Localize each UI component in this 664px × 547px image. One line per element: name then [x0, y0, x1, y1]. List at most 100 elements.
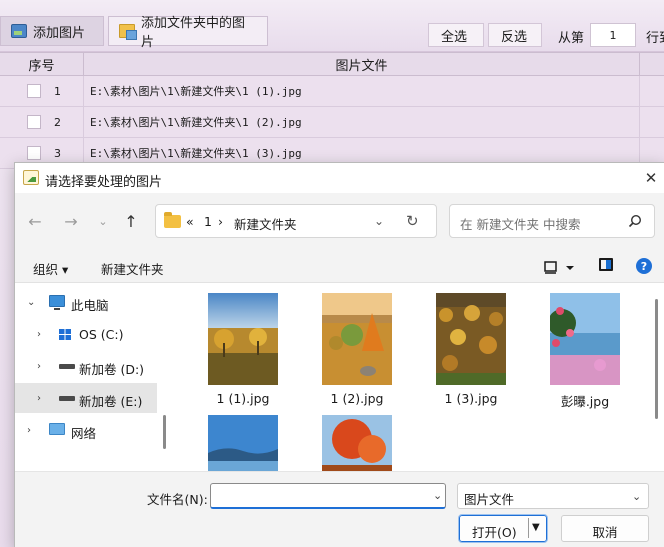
select-all-button[interactable]: 全选	[428, 23, 484, 47]
drive-icon	[59, 364, 75, 369]
collapsed-chevron-icon[interactable]: ›	[27, 425, 31, 436]
row-number-cell: 1	[0, 76, 84, 106]
collapsed-chevron-icon[interactable]: ›	[37, 329, 41, 340]
invert-selection-button[interactable]: 反选	[488, 23, 542, 47]
collapsed-chevron-icon[interactable]: ›	[37, 393, 41, 404]
search-icon	[628, 214, 642, 228]
thumbnail-autumn-forest	[436, 293, 506, 385]
network-icon	[49, 423, 65, 435]
column-header-file[interactable]: 图片文件	[84, 53, 640, 75]
address-prefix[interactable]: «	[186, 214, 194, 229]
filename-input[interactable]	[210, 483, 446, 509]
file-item[interactable]: 彭曝.jpg	[515, 293, 635, 411]
image-file-grid: 序号 图片文件 1 E:\素材\图片\1\新建文件夹\1 (1).jpg 2 E…	[0, 52, 664, 169]
row-file-path: E:\素材\图片\1\新建文件夹\1 (1).jpg	[84, 76, 640, 106]
row-number-cell: 2	[0, 107, 84, 137]
search-input[interactable]: 在 新建文件夹 中搜索	[449, 204, 655, 238]
back-arrow-icon[interactable]: ←	[23, 209, 47, 233]
dialog-footer: 文件名(N): ⌄ 图片文件 ⌄ 打开(O) ▼ 取消	[15, 471, 664, 547]
row-number: 3	[54, 146, 61, 160]
file-item[interactable]: 1 (1).jpg	[173, 293, 293, 411]
tree-item-drive-d[interactable]: › 新加卷 (D:)	[15, 351, 157, 381]
to-row-label: 行到	[646, 31, 664, 46]
tree-item-drive-c[interactable]: › OS (C:)	[15, 319, 157, 349]
drive-icon	[59, 396, 75, 401]
row-number: 2	[54, 115, 61, 129]
thumbnail-flowers-lake	[550, 293, 620, 385]
file-item[interactable]: 1 (3).jpg	[401, 293, 521, 411]
file-list-pane: 1 (1).jpg 1 (2).jpg 1 (3).jpg 彭曝.jpg	[173, 283, 664, 471]
dialog-title: 请选择要处理的图片	[45, 175, 163, 190]
filetype-value: 图片文件	[464, 492, 515, 507]
thumbnail-autumn-field	[208, 293, 278, 385]
open-button[interactable]: 打开(O) ▼	[458, 514, 548, 543]
forward-arrow-icon[interactable]: →	[59, 209, 83, 233]
add-image-button[interactable]: 添加图片	[0, 16, 104, 46]
svg-text:?: ?	[641, 260, 647, 273]
file-name: 彭曝.jpg	[560, 394, 610, 409]
filetype-chevron-icon: ⌄	[632, 490, 642, 503]
open-button-divider	[528, 518, 529, 538]
navigation-bar: ← → ⌄ ↑ « 1 › 新建文件夹 ⌄ ↻ 在 新建文件夹 中搜索	[15, 193, 664, 249]
tree-item-this-pc[interactable]: ⌄ 此电脑	[15, 287, 157, 317]
tree-label: 网络	[71, 426, 97, 441]
computer-icon	[49, 295, 65, 310]
address-segment-new-folder[interactable]: 新建文件夹	[234, 214, 297, 233]
help-icon[interactable]: ?	[635, 257, 653, 275]
folder-images-icon	[119, 24, 137, 40]
row-checkbox[interactable]	[27, 84, 41, 98]
address-segment-1[interactable]: 1	[204, 214, 212, 229]
filename-dropdown-chevron-icon[interactable]: ⌄	[433, 489, 442, 502]
file-name: 1 (2).jpg	[330, 391, 384, 406]
thumbnail-autumn-trees-sheep	[322, 293, 392, 385]
new-folder-button[interactable]: 新建文件夹	[101, 259, 164, 278]
address-separator: ›	[218, 214, 223, 229]
picture-icon	[23, 170, 39, 185]
cancel-button[interactable]: 取消	[561, 515, 649, 542]
organize-menu[interactable]: 组织 ▾	[33, 259, 68, 278]
open-file-dialog: 请选择要处理的图片 ✕ ← → ⌄ ↑ « 1 › 新建文件夹 ⌄ ↻ 在 新建…	[14, 162, 664, 547]
command-bar: 组织 ▾ 新建文件夹	[15, 249, 664, 283]
table-row[interactable]: 2 E:\素材\图片\1\新建文件夹\1 (2).jpg	[0, 107, 664, 138]
tree-item-network[interactable]: › 网络	[15, 415, 157, 445]
row-file-path: E:\素材\图片\1\新建文件夹\1 (2).jpg	[84, 107, 640, 137]
navigation-pane: ⌄ 此电脑 › OS (C:) › 新加卷 (D:) › 新加卷 (E:) › …	[15, 283, 173, 471]
close-icon[interactable]: ✕	[639, 167, 663, 189]
file-item[interactable]: 1 (2).jpg	[287, 293, 407, 411]
file-item[interactable]	[173, 415, 293, 471]
file-pane-scrollbar[interactable]	[655, 299, 658, 419]
nav-pane-scrollbar[interactable]	[163, 415, 166, 449]
recent-locations-chevron-icon[interactable]: ⌄	[91, 209, 115, 233]
preview-pane-icon[interactable]	[599, 258, 613, 271]
search-placeholder: 在 新建文件夹 中搜索	[460, 217, 581, 232]
tree-item-drive-e[interactable]: › 新加卷 (E:)	[15, 383, 157, 413]
from-row-label: 从第	[558, 31, 585, 46]
file-name: 1 (1).jpg	[216, 391, 270, 406]
thumbnail-mountain-lake	[208, 415, 278, 471]
tree-label: 新加卷 (E:)	[79, 394, 143, 409]
filename-label: 文件名(N):	[147, 492, 208, 507]
expanded-chevron-icon[interactable]: ⌄	[27, 297, 35, 308]
from-row-input[interactable]: 1	[590, 23, 636, 47]
view-options-icon[interactable]	[541, 257, 581, 277]
file-item[interactable]	[287, 415, 407, 471]
image-icon	[11, 24, 27, 38]
collapsed-chevron-icon[interactable]: ›	[37, 361, 41, 372]
dialog-titlebar: 请选择要处理的图片 ✕	[15, 163, 664, 193]
folder-icon	[164, 212, 181, 228]
row-checkbox[interactable]	[27, 115, 41, 129]
add-folder-images-button[interactable]: 添加文件夹中的图片	[108, 16, 268, 50]
column-header-no[interactable]: 序号	[0, 53, 84, 75]
thumbnail-red-maple	[322, 415, 392, 471]
row-checkbox[interactable]	[27, 146, 41, 160]
add-image-label: 添加图片	[33, 25, 86, 41]
cancel-button-label: 取消	[592, 525, 618, 540]
open-dropdown-arrow-icon[interactable]: ▼	[532, 522, 540, 533]
up-arrow-icon[interactable]: ↑	[119, 209, 143, 233]
tree-label: OS (C:)	[79, 327, 124, 342]
refresh-icon[interactable]: ↻	[406, 212, 419, 230]
filetype-select[interactable]: 图片文件 ⌄	[457, 483, 649, 509]
table-row[interactable]: 1 E:\素材\图片\1\新建文件夹\1 (1).jpg	[0, 76, 664, 107]
address-dropdown-chevron-icon[interactable]: ⌄	[374, 214, 384, 228]
address-bar[interactable]: « 1 › 新建文件夹 ⌄ ↻	[155, 204, 437, 238]
